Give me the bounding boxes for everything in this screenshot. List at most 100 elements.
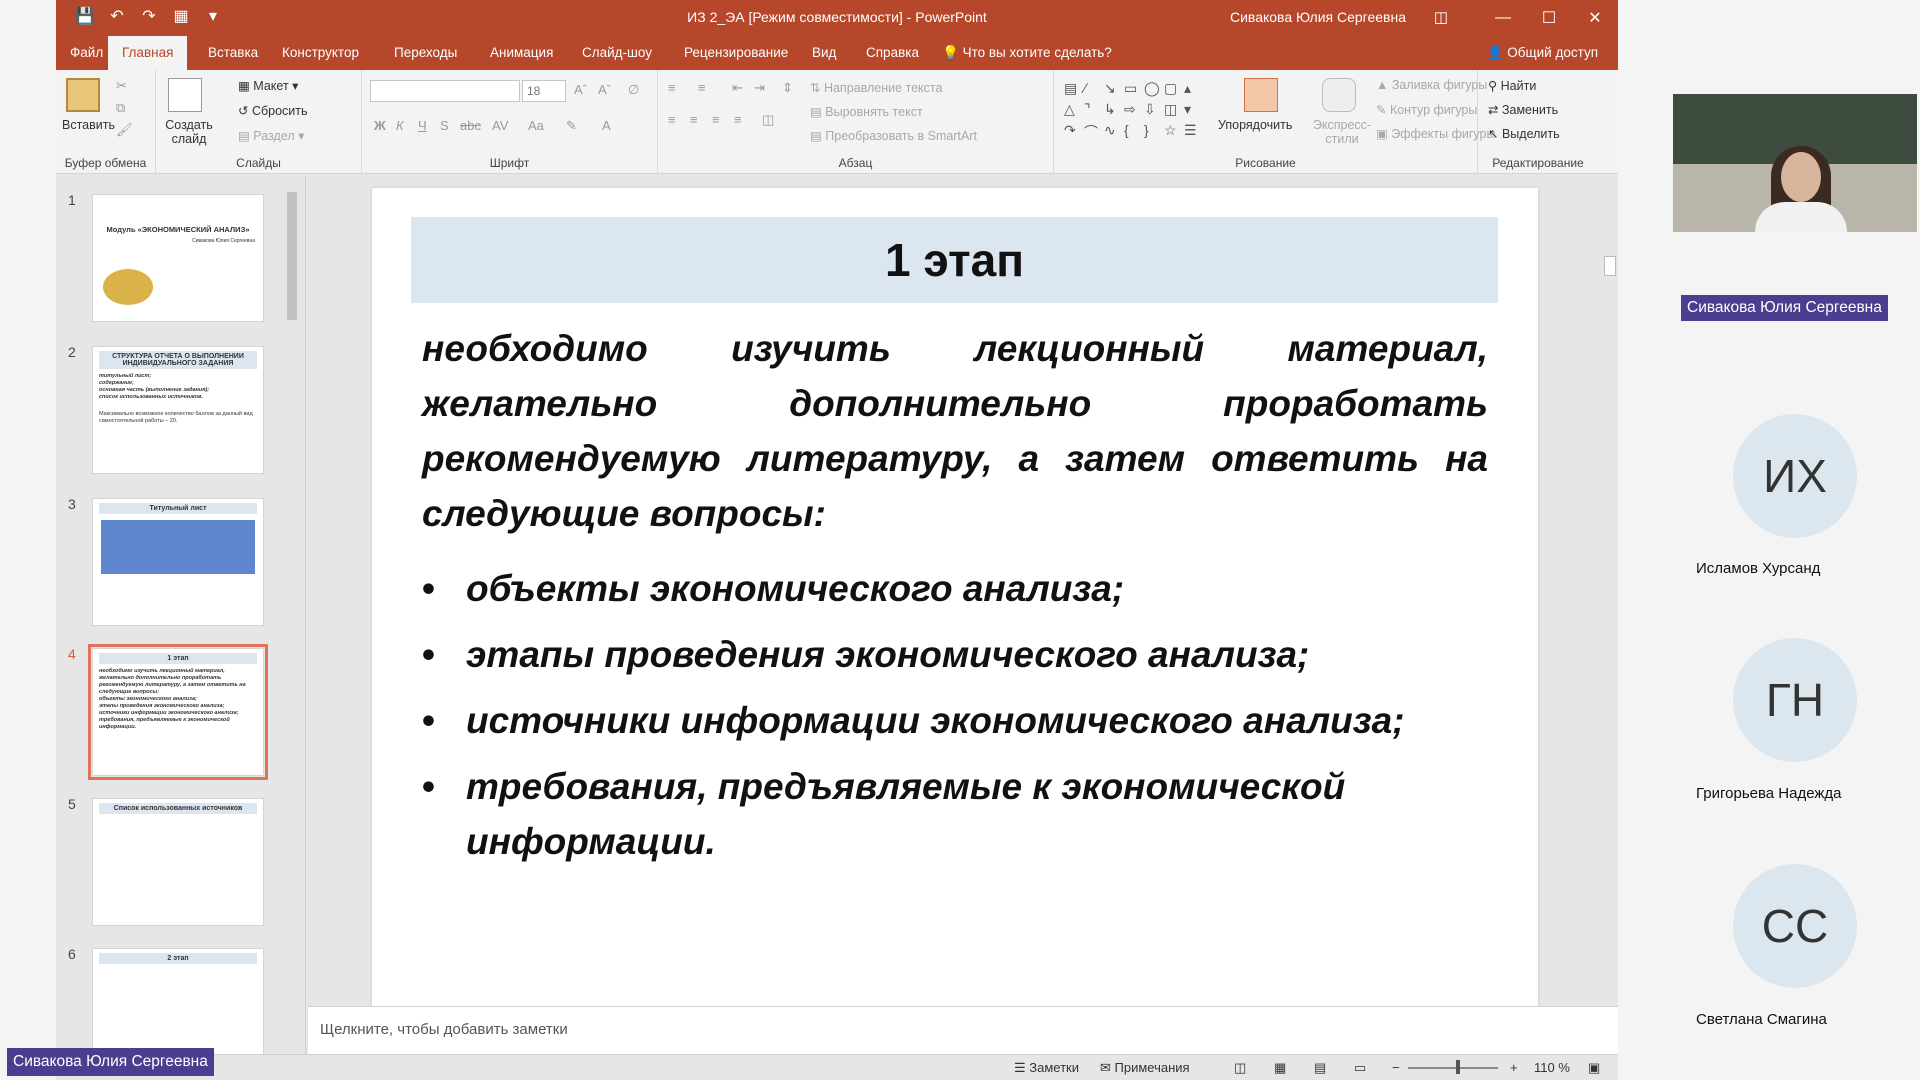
rounded-rect-shape-icon[interactable]: ▢ bbox=[1164, 80, 1184, 101]
gallery-up-icon[interactable]: ▴ bbox=[1184, 80, 1204, 101]
line-spacing-icon[interactable]: ⇕ bbox=[782, 80, 793, 96]
flowchart-shape-icon[interactable]: ◫ bbox=[1164, 101, 1184, 122]
smartart-button[interactable]: ▤ Преобразовать в SmartArt bbox=[810, 128, 977, 143]
triangle-shape-icon[interactable]: △ bbox=[1064, 101, 1084, 122]
slide-sorter-icon[interactable]: ▦ bbox=[1274, 1060, 1286, 1076]
elbow-connector-icon[interactable]: ⌝ bbox=[1084, 101, 1104, 122]
brace-right-icon[interactable]: } bbox=[1144, 122, 1164, 143]
zoom-slider-thumb[interactable] bbox=[1456, 1060, 1460, 1074]
maximize-button[interactable]: ☐ bbox=[1526, 0, 1572, 36]
align-center-icon[interactable]: ≡ bbox=[690, 112, 698, 127]
font-name-field[interactable] bbox=[370, 80, 520, 102]
reset-button[interactable]: ↺ Сбросить bbox=[238, 103, 308, 118]
current-slide[interactable]: 1 этап необходимо изучить лекционный мат… bbox=[372, 188, 1538, 1006]
notes-toggle[interactable]: ☰ Заметки bbox=[1014, 1060, 1079, 1076]
decrease-indent-icon[interactable]: ⇤ bbox=[732, 80, 743, 96]
tab-design[interactable]: Конструктор bbox=[268, 36, 373, 70]
tab-home[interactable]: Главная bbox=[108, 36, 188, 70]
slide-body-text[interactable]: необходимо изучить лекционный материал, … bbox=[422, 321, 1488, 541]
strikethrough-icon[interactable]: abc bbox=[460, 118, 481, 133]
right-arrow-shape-icon[interactable]: ⇨ bbox=[1124, 101, 1144, 122]
slideshow-view-icon[interactable]: ▭ bbox=[1354, 1060, 1366, 1076]
copy-icon[interactable]: ⧉ bbox=[116, 100, 125, 116]
elbow-arrow-icon[interactable]: ↳ bbox=[1104, 101, 1124, 122]
char-spacing-icon[interactable]: AV bbox=[492, 118, 508, 133]
align-text-button[interactable]: ▤ Выровнять текст bbox=[810, 104, 923, 119]
tab-view[interactable]: Вид bbox=[798, 36, 850, 70]
format-painter-icon[interactable]: 🖌 bbox=[116, 122, 133, 138]
zoom-slider[interactable] bbox=[1408, 1067, 1498, 1069]
arrange-button[interactable]: Упорядочить bbox=[1218, 118, 1292, 132]
thumbnail-slide-5[interactable]: Список использованных источников bbox=[92, 798, 264, 926]
slide-scrollbar[interactable] bbox=[1602, 176, 1618, 1006]
comments-toggle[interactable]: ✉ Примечания bbox=[1100, 1060, 1190, 1076]
italic-icon[interactable]: К bbox=[396, 118, 404, 133]
shapes-gallery[interactable]: ▤ ∕ ↘ ▭ ◯ ▢ ▴ △ ⌝ ↳ ⇨ ⇩ ◫ ▾ ↷ ⌒ ∿{} ☆ ☰ bbox=[1064, 80, 1212, 146]
arrange-icon[interactable] bbox=[1244, 78, 1278, 112]
participant-avatar[interactable]: ГН bbox=[1733, 638, 1857, 762]
thumbnail-slide-3[interactable]: Титульный лист bbox=[92, 498, 264, 626]
close-button[interactable]: ✕ bbox=[1572, 0, 1618, 36]
highlight-icon[interactable]: ✎ bbox=[566, 118, 577, 134]
font-size-field[interactable]: 18 bbox=[522, 80, 566, 102]
line-shape-icon[interactable]: ∕ bbox=[1084, 80, 1104, 101]
oval-shape-icon[interactable]: ◯ bbox=[1144, 80, 1164, 101]
decrease-font-icon[interactable]: Aˇ bbox=[598, 82, 611, 97]
notes-pane[interactable]: Щелкните, чтобы добавить заметки bbox=[308, 1006, 1618, 1054]
textbox-shape-icon[interactable]: ▤ bbox=[1064, 80, 1084, 101]
change-case-icon[interactable]: Aa bbox=[528, 118, 544, 133]
bullets-icon[interactable]: ≡ bbox=[668, 80, 676, 95]
signed-in-user[interactable]: Сивакова Юлия Сергеевна bbox=[1230, 9, 1406, 25]
zoom-in-icon[interactable]: + bbox=[1510, 1060, 1518, 1075]
scrollbar-thumb[interactable] bbox=[1604, 256, 1616, 276]
increase-font-icon[interactable]: Aˆ bbox=[574, 82, 587, 97]
tab-animations[interactable]: Анимация bbox=[476, 36, 567, 70]
quick-styles-icon[interactable] bbox=[1322, 78, 1356, 112]
font-color-icon[interactable]: A bbox=[602, 118, 611, 133]
tell-me-search[interactable]: 💡 Что вы хотите сделать? bbox=[928, 36, 1126, 70]
justify-icon[interactable]: ≡ bbox=[734, 112, 742, 127]
columns-icon[interactable]: ◫ bbox=[762, 112, 774, 128]
new-slide-icon[interactable] bbox=[168, 78, 202, 112]
presenter-camera-feed[interactable] bbox=[1673, 94, 1917, 232]
quick-styles-button[interactable]: Экспресс-стили bbox=[1310, 118, 1374, 146]
slide-bullet-list[interactable]: объекты экономического анализа; этапы пр… bbox=[422, 561, 1502, 880]
align-left-icon[interactable]: ≡ bbox=[668, 112, 676, 127]
curve-shape-icon[interactable]: ⌒ bbox=[1084, 122, 1104, 143]
thumbnail-slide-4[interactable]: 1 этап необходимо изучить лекционный мат… bbox=[88, 644, 268, 780]
down-arrow-shape-icon[interactable]: ⇩ bbox=[1144, 101, 1164, 122]
thumbnail-slide-1[interactable]: Модуль «ЭКОНОМИЧЕСКИЙ АНАЛИЗ» Сивакова Ю… bbox=[92, 194, 264, 322]
cut-icon[interactable]: ✂ bbox=[116, 78, 127, 94]
shape-fill-button[interactable]: ▲ Заливка фигуры bbox=[1376, 78, 1487, 92]
scrollbar-thumb[interactable] bbox=[287, 192, 297, 320]
tab-insert[interactable]: Вставка bbox=[194, 36, 272, 70]
arrow-line-shape-icon[interactable]: ↘ bbox=[1104, 80, 1124, 101]
shadow-icon[interactable]: S bbox=[440, 118, 449, 133]
star-shape-icon[interactable]: ☆ bbox=[1164, 122, 1184, 143]
zoom-out-icon[interactable]: − bbox=[1392, 1060, 1400, 1075]
tab-help[interactable]: Справка bbox=[852, 36, 933, 70]
share-button[interactable]: 👤 Общий доступ bbox=[1487, 45, 1598, 61]
slide-title[interactable]: 1 этап bbox=[411, 217, 1498, 303]
minimize-button[interactable]: — bbox=[1480, 0, 1526, 36]
thumbnail-slide-2[interactable]: СТРУКТУРА ОТЧЕТА О ВЫПОЛНЕНИИ ИНДИВИДУАЛ… bbox=[92, 346, 264, 474]
paste-icon[interactable] bbox=[66, 78, 100, 112]
replace-button[interactable]: ⇄ Заменить bbox=[1488, 102, 1558, 117]
tab-review[interactable]: Рецензирование bbox=[670, 36, 802, 70]
gallery-down-icon[interactable]: ▾ bbox=[1184, 101, 1204, 122]
brace-left-icon[interactable]: { bbox=[1124, 122, 1144, 143]
underline-icon[interactable]: Ч bbox=[418, 118, 427, 133]
increase-indent-icon[interactable]: ⇥ bbox=[754, 80, 765, 96]
ribbon-display-options-icon[interactable]: ◫ bbox=[1434, 8, 1448, 26]
tab-transitions[interactable]: Переходы bbox=[380, 36, 471, 70]
paste-button[interactable]: Вставить bbox=[62, 118, 115, 132]
numbering-icon[interactable]: ≡ bbox=[698, 80, 706, 95]
participant-avatar[interactable]: СС bbox=[1733, 864, 1857, 988]
bold-icon[interactable]: Ж bbox=[374, 118, 386, 133]
fit-to-window-icon[interactable]: ▣ bbox=[1588, 1060, 1600, 1076]
curved-arrow-icon[interactable]: ↷ bbox=[1064, 122, 1084, 143]
zoom-level[interactable]: 110 % bbox=[1534, 1060, 1570, 1075]
normal-view-icon[interactable]: ◫ bbox=[1234, 1060, 1246, 1076]
clear-formatting-icon[interactable]: ∅ bbox=[628, 82, 639, 98]
rectangle-shape-icon[interactable]: ▭ bbox=[1124, 80, 1144, 101]
